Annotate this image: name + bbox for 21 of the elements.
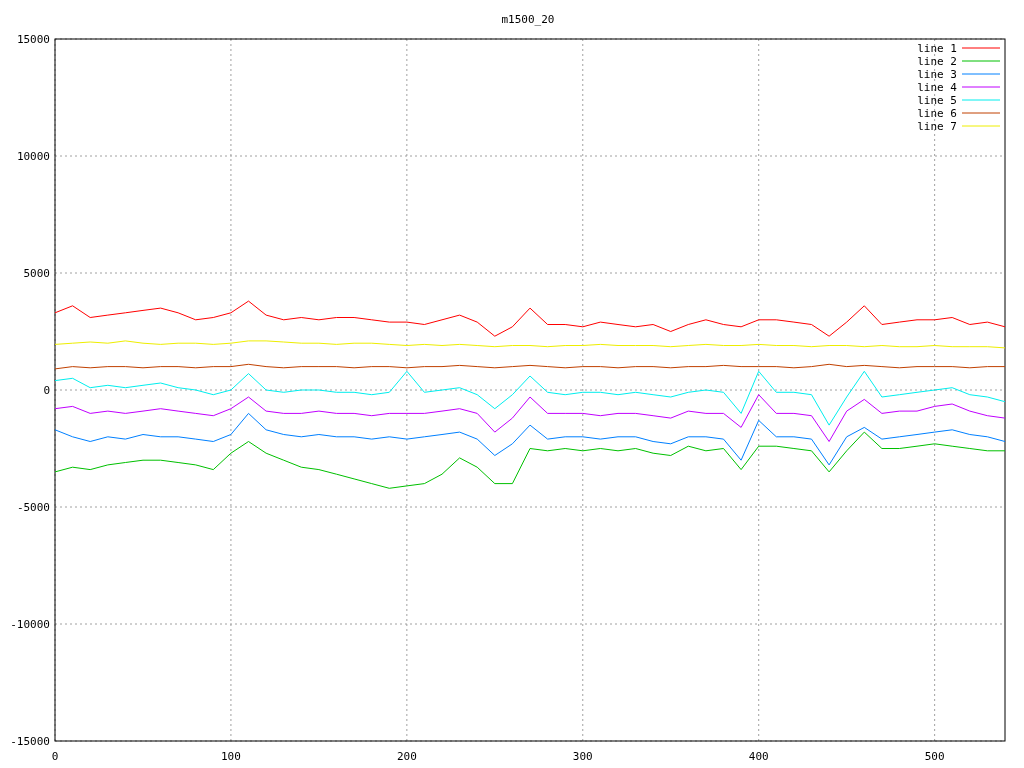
x-tick-label: 400 xyxy=(748,750,769,763)
legend-label: line 1 xyxy=(917,42,957,55)
legend-label: line 6 xyxy=(917,107,957,120)
chart-title: m1500_20 xyxy=(501,13,555,26)
x-tick-label: 200 xyxy=(396,750,417,763)
y-tick-label: -10000 xyxy=(10,618,50,631)
y-tick-label: 0 xyxy=(43,384,50,397)
x-tick-label: 500 xyxy=(924,750,945,763)
x-tick-label: 0 xyxy=(51,750,59,763)
legend-label: line 5 xyxy=(917,94,957,107)
y-tick-label: 10000 xyxy=(16,150,50,163)
legend-label: line 2 xyxy=(917,55,957,68)
y-tick-label: -15000 xyxy=(10,735,50,748)
y-tick-label: -5000 xyxy=(16,501,50,514)
x-tick-label: 100 xyxy=(221,750,241,763)
legend-label: line 4 xyxy=(917,81,957,94)
x-tick-label: 300 xyxy=(572,750,593,763)
legend-label: line 3 xyxy=(917,68,957,81)
y-tick-label: 5000 xyxy=(23,267,50,280)
legend-label: line 7 xyxy=(917,120,957,133)
y-tick-label: 15000 xyxy=(16,33,50,46)
